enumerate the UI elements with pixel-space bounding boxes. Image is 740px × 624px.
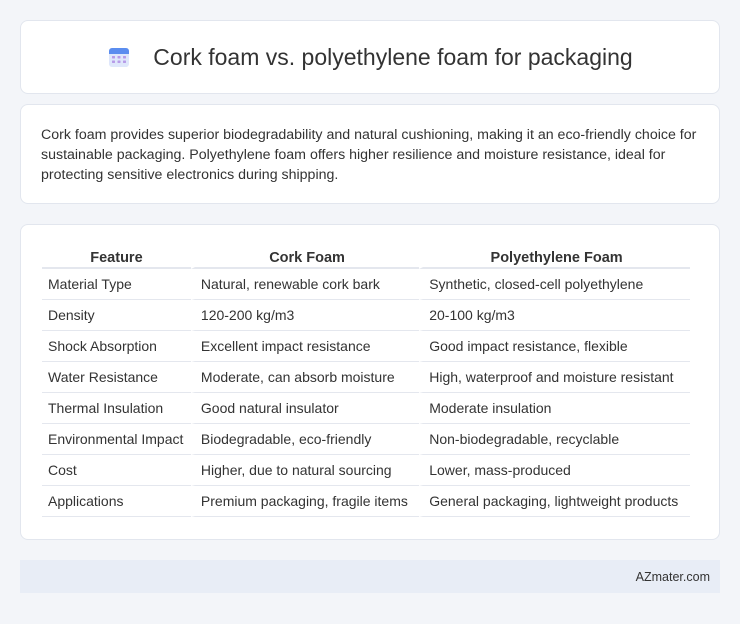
table-row: Thermal Insulation Good natural insulator… [42, 393, 690, 424]
column-header-feature: Feature [42, 245, 191, 269]
cell-cork: Higher, due to natural sourcing [190, 455, 420, 486]
cell-feature: Shock Absorption [42, 331, 191, 362]
cell-polyethylene: Non-biodegradable, recyclable [419, 424, 690, 455]
title-card: Cork foam vs. polyethylene foam for pack… [20, 20, 720, 94]
column-header-polyethylene: Polyethylene Foam [419, 245, 690, 269]
cell-polyethylene: High, waterproof and moisture resistant [419, 362, 690, 393]
cell-cork: Premium packaging, fragile items [190, 486, 420, 517]
cell-cork: 120-200 kg/m3 [190, 300, 420, 331]
table-header-row: Feature Cork Foam Polyethylene Foam [42, 245, 690, 269]
cell-feature: Applications [42, 486, 191, 517]
cell-polyethylene: Lower, mass-produced [419, 455, 690, 486]
table-row: Environmental Impact Biodegradable, eco-f… [42, 424, 690, 455]
cell-feature: Water Resistance [42, 362, 191, 393]
cell-cork: Biodegradable, eco-friendly [190, 424, 420, 455]
cell-cork: Good natural insulator [190, 393, 420, 424]
cell-feature: Thermal Insulation [42, 393, 191, 424]
cell-polyethylene: 20-100 kg/m3 [419, 300, 690, 331]
table-row: Density 120-200 kg/m3 20-100 kg/m3 [42, 300, 690, 331]
comparison-table: Feature Cork Foam Polyethylene Foam Mate… [42, 245, 690, 517]
table-row: Cost Higher, due to natural sourcing Lower… [42, 455, 690, 486]
cell-cork: Moderate, can absorb moisture [190, 362, 420, 393]
cell-feature: Material Type [42, 269, 191, 300]
table-row: Shock Absorption Excellent impact resista… [42, 331, 690, 362]
cell-cork: Excellent impact resistance [190, 331, 420, 362]
cell-feature: Density [42, 300, 191, 331]
footer-brand: AZmater.com [635, 569, 710, 584]
cell-cork: Natural, renewable cork bark [190, 269, 420, 300]
cell-polyethylene: Synthetic, closed-cell polyethylene [419, 269, 690, 300]
summary-card: Cork foam provides superior biodegradabi… [20, 104, 720, 204]
table-row: Material Type Natural, renewable cork bar… [42, 269, 690, 300]
table-row: Applications Premium packaging, fragile i… [42, 486, 690, 517]
page-title: Cork foam vs. polyethylene foam for pack… [153, 43, 633, 70]
comparison-card: Feature Cork Foam Polyethylene Foam Mate… [20, 224, 720, 540]
footer: AZmater.com [20, 560, 720, 593]
cell-polyethylene: Moderate insulation [419, 393, 690, 424]
summary-text: Cork foam provides superior biodegradabi… [41, 127, 697, 183]
column-header-cork: Cork Foam [190, 245, 420, 269]
calendar-icon [107, 45, 131, 69]
table-row: Water Resistance Moderate, can absorb moi… [42, 362, 690, 393]
cell-polyethylene: General packaging, lightweight products [419, 486, 690, 517]
title-wrap: Cork foam vs. polyethylene foam for pack… [107, 43, 633, 71]
cell-feature: Cost [42, 455, 191, 486]
cell-feature: Environmental Impact [42, 424, 191, 455]
cell-polyethylene: Good impact resistance, flexible [419, 331, 690, 362]
